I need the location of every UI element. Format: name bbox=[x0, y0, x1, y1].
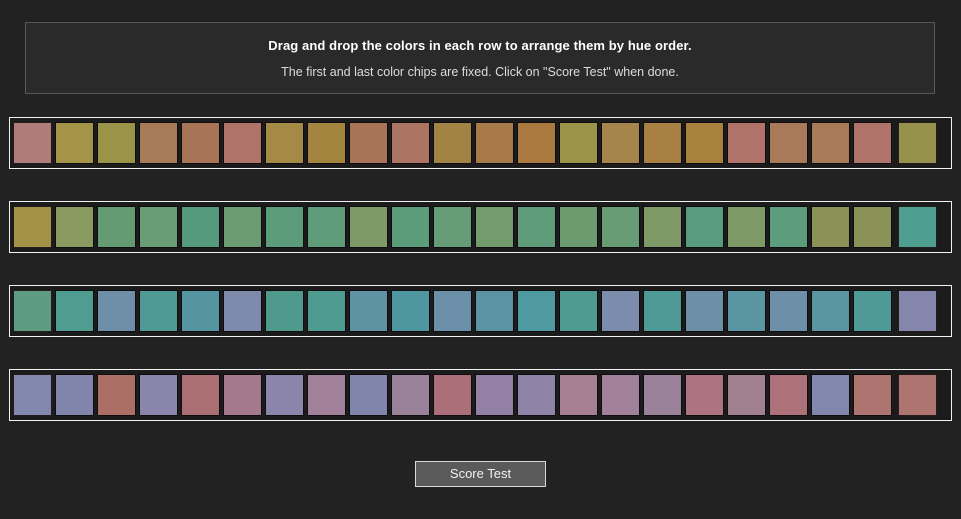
color-chip[interactable] bbox=[601, 122, 640, 164]
button-bar: Score Test bbox=[0, 461, 961, 487]
color-chip[interactable] bbox=[811, 374, 850, 416]
color-chip[interactable] bbox=[55, 206, 94, 248]
color-chip[interactable] bbox=[181, 122, 220, 164]
color-chip[interactable] bbox=[391, 206, 430, 248]
color-chip[interactable] bbox=[139, 122, 178, 164]
color-chip[interactable] bbox=[433, 206, 472, 248]
color-chip[interactable] bbox=[601, 290, 640, 332]
color-chip[interactable] bbox=[643, 122, 682, 164]
instructions-secondary-text: The first and last color chips are fixed… bbox=[281, 64, 679, 79]
color-chip[interactable] bbox=[853, 290, 892, 332]
color-chip[interactable] bbox=[811, 122, 850, 164]
color-chip[interactable] bbox=[685, 206, 724, 248]
color-chip[interactable] bbox=[853, 374, 892, 416]
color-chip[interactable] bbox=[475, 290, 514, 332]
color-chip[interactable] bbox=[685, 290, 724, 332]
color-chip[interactable] bbox=[559, 374, 598, 416]
color-chip[interactable] bbox=[643, 206, 682, 248]
color-chip[interactable] bbox=[223, 290, 262, 332]
color-chip[interactable] bbox=[727, 206, 766, 248]
color-chip[interactable] bbox=[139, 374, 178, 416]
color-chip[interactable] bbox=[559, 290, 598, 332]
color-chip-fixed bbox=[898, 122, 937, 164]
instructions-panel: Drag and drop the colors in each row to … bbox=[25, 22, 935, 94]
color-chip[interactable] bbox=[517, 374, 556, 416]
color-chip[interactable] bbox=[769, 206, 808, 248]
color-chip[interactable] bbox=[475, 374, 514, 416]
color-chip[interactable] bbox=[685, 374, 724, 416]
color-chip[interactable] bbox=[727, 374, 766, 416]
color-chip[interactable] bbox=[307, 206, 346, 248]
color-chip[interactable] bbox=[727, 290, 766, 332]
color-chip[interactable] bbox=[223, 122, 262, 164]
color-chip[interactable] bbox=[349, 122, 388, 164]
color-row-2[interactable] bbox=[9, 201, 952, 253]
color-chip[interactable] bbox=[97, 122, 136, 164]
color-row-4[interactable] bbox=[9, 369, 952, 421]
color-chip-fixed bbox=[13, 374, 52, 416]
color-chip[interactable] bbox=[265, 290, 304, 332]
color-chip[interactable] bbox=[265, 122, 304, 164]
color-chip[interactable] bbox=[475, 206, 514, 248]
color-chip[interactable] bbox=[181, 290, 220, 332]
color-chip[interactable] bbox=[769, 122, 808, 164]
color-chip[interactable] bbox=[643, 290, 682, 332]
color-chip[interactable] bbox=[223, 206, 262, 248]
color-chip[interactable] bbox=[853, 206, 892, 248]
color-chip[interactable] bbox=[391, 374, 430, 416]
color-chip[interactable] bbox=[307, 374, 346, 416]
color-chip[interactable] bbox=[349, 206, 388, 248]
color-chip[interactable] bbox=[307, 290, 346, 332]
color-chip[interactable] bbox=[139, 290, 178, 332]
color-chip[interactable] bbox=[97, 206, 136, 248]
color-chip[interactable] bbox=[517, 122, 556, 164]
color-chip[interactable] bbox=[265, 374, 304, 416]
color-chip[interactable] bbox=[433, 374, 472, 416]
color-chip[interactable] bbox=[97, 374, 136, 416]
color-row-3[interactable] bbox=[9, 285, 952, 337]
color-chip[interactable] bbox=[433, 122, 472, 164]
color-row-1[interactable] bbox=[9, 117, 952, 169]
color-chip[interactable] bbox=[853, 122, 892, 164]
color-chip[interactable] bbox=[433, 290, 472, 332]
color-chip[interactable] bbox=[55, 122, 94, 164]
color-chip[interactable] bbox=[349, 290, 388, 332]
color-chip[interactable] bbox=[685, 122, 724, 164]
color-chip[interactable] bbox=[517, 206, 556, 248]
color-chip[interactable] bbox=[391, 122, 430, 164]
color-chip[interactable] bbox=[517, 290, 556, 332]
color-chip[interactable] bbox=[559, 206, 598, 248]
color-chip[interactable] bbox=[97, 290, 136, 332]
color-chip[interactable] bbox=[643, 374, 682, 416]
hue-test-rows bbox=[0, 117, 961, 453]
color-chip[interactable] bbox=[55, 290, 94, 332]
color-chip[interactable] bbox=[601, 374, 640, 416]
color-chip[interactable] bbox=[391, 290, 430, 332]
color-chip-fixed bbox=[13, 206, 52, 248]
color-chip-fixed bbox=[13, 122, 52, 164]
color-chip[interactable] bbox=[349, 374, 388, 416]
color-chip[interactable] bbox=[475, 122, 514, 164]
color-chip[interactable] bbox=[811, 206, 850, 248]
color-chip[interactable] bbox=[769, 290, 808, 332]
color-chip[interactable] bbox=[223, 374, 262, 416]
instructions-primary-text: Drag and drop the colors in each row to … bbox=[268, 37, 692, 53]
color-chip[interactable] bbox=[307, 122, 346, 164]
color-chip[interactable] bbox=[559, 122, 598, 164]
color-chip[interactable] bbox=[601, 206, 640, 248]
color-chip-fixed bbox=[13, 290, 52, 332]
color-chip[interactable] bbox=[181, 374, 220, 416]
color-chip[interactable] bbox=[55, 374, 94, 416]
color-chip[interactable] bbox=[181, 206, 220, 248]
color-chip[interactable] bbox=[811, 290, 850, 332]
color-chip[interactable] bbox=[727, 122, 766, 164]
color-chip-fixed bbox=[898, 290, 937, 332]
score-test-button[interactable]: Score Test bbox=[414, 461, 547, 487]
color-chip[interactable] bbox=[139, 206, 178, 248]
color-chip-fixed bbox=[898, 206, 937, 248]
color-chip[interactable] bbox=[265, 206, 304, 248]
color-chip-fixed bbox=[898, 374, 937, 416]
color-chip[interactable] bbox=[769, 374, 808, 416]
